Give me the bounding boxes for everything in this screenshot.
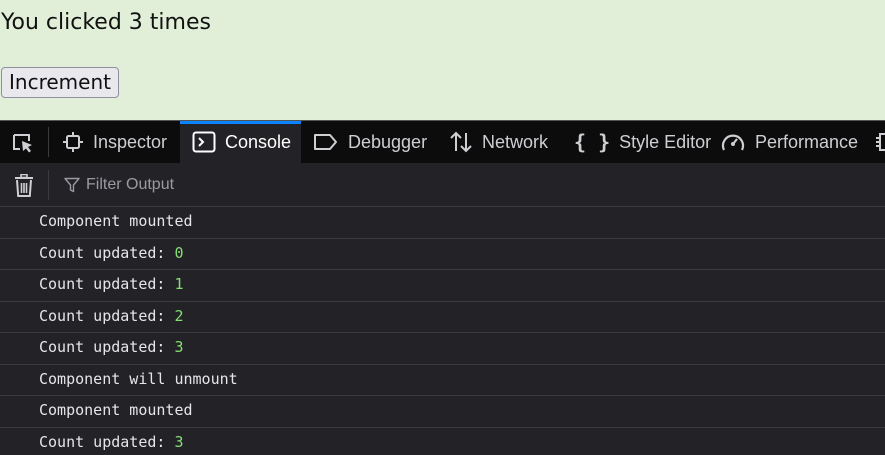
console-filter-bar <box>0 163 885 207</box>
tab-label: Debugger <box>348 131 428 152</box>
tab-label: Network <box>482 131 549 152</box>
style-editor-icon: { } <box>574 130 611 154</box>
filter-output-field[interactable] <box>64 171 864 199</box>
tab-network[interactable]: Network <box>449 121 548 163</box>
network-icon <box>449 131 473 153</box>
toolbar-divider <box>48 127 49 157</box>
console-message: Component mounted <box>0 207 885 239</box>
devtools-toolbar: Inspector Console Debugger Network {} S… <box>0 121 885 163</box>
console-message: Count updated: 3 <box>0 428 885 455</box>
element-picker-button[interactable] <box>9 130 37 156</box>
browser-window: You clicked 3 times Increment Inspector … <box>0 0 885 455</box>
console-message: Count updated: 3 <box>0 333 885 365</box>
tab-debugger[interactable]: Debugger <box>313 121 427 163</box>
filter-divider <box>48 170 49 200</box>
tab-label: Inspector <box>93 131 168 152</box>
tab-label: Style Editor <box>619 131 712 152</box>
console-icon <box>192 131 216 153</box>
console-message: Count updated: 1 <box>0 270 885 302</box>
console-output: Component mounted Count updated: 0 Count… <box>0 207 885 455</box>
console-message: Component will unmount <box>0 365 885 396</box>
tab-inspector[interactable]: Inspector <box>62 121 167 163</box>
tab-more[interactable] <box>876 121 885 163</box>
performance-icon <box>720 131 746 153</box>
page-content: You clicked 3 times Increment <box>0 0 885 120</box>
console-message: Component mounted <box>0 396 885 428</box>
click-count-text: You clicked 3 times <box>1 10 211 35</box>
element-picker-icon <box>13 134 32 153</box>
console-message: Count updated: 2 <box>0 302 885 333</box>
tab-style-editor[interactable]: { } Style Editor <box>574 121 711 163</box>
inspector-icon <box>62 131 84 153</box>
filter-output-input[interactable] <box>86 176 846 194</box>
tab-label: Performance <box>755 131 859 152</box>
tab-label: Console <box>225 131 292 152</box>
increment-button[interactable]: Increment <box>1 67 119 98</box>
tab-console[interactable]: Console <box>180 121 301 163</box>
console-message: Count updated: 0 <box>0 239 885 270</box>
trash-icon <box>15 174 33 197</box>
debugger-icon <box>313 132 339 152</box>
tab-performance[interactable]: Performance <box>720 121 858 163</box>
filter-icon <box>64 177 80 193</box>
clear-console-button[interactable] <box>13 174 35 198</box>
memory-icon <box>876 131 885 153</box>
